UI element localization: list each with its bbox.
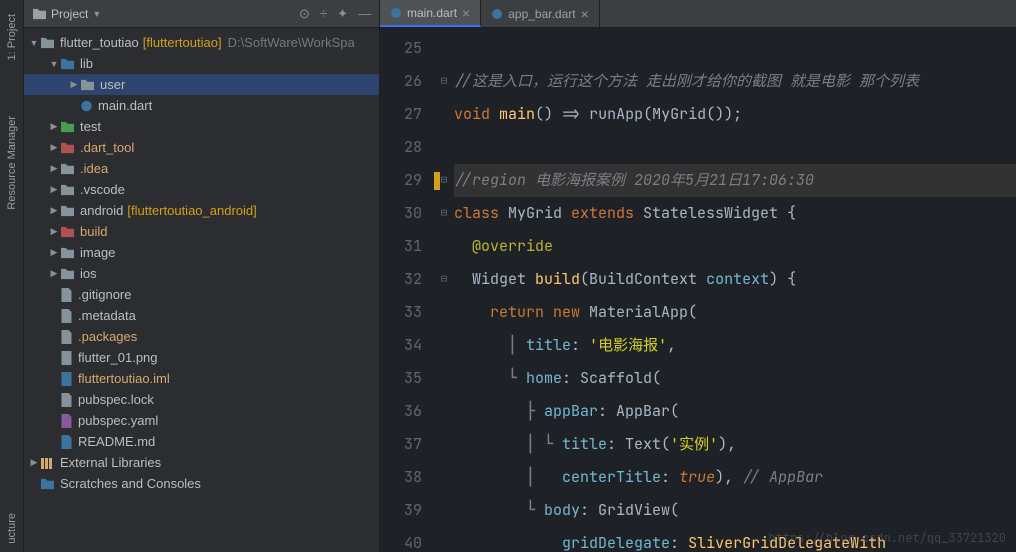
project-tree: ▼ flutter_toutiao [fluttertoutiao] D:\So… <box>24 28 379 494</box>
gear-icon[interactable]: ✦ <box>337 6 348 22</box>
tree-external-libraries[interactable]: ▶ External Libraries <box>24 452 379 473</box>
folder-icon <box>60 141 75 154</box>
side-tab-resource-manager[interactable]: Resource Manager <box>4 108 20 218</box>
tree-readme[interactable]: README.md <box>24 431 379 452</box>
md-icon <box>60 435 73 449</box>
tree-test[interactable]: ▶ test <box>24 116 379 137</box>
editor-area: main.dart × app_bar.dart × 25 26 27 28 2… <box>380 0 1016 552</box>
panel-header: Project ▼ ⊙ ÷ ✦ — <box>24 0 379 28</box>
tree-iml[interactable]: fluttertoutiao.iml <box>24 368 379 389</box>
side-tab-structure[interactable]: ucture <box>4 505 20 552</box>
file-icon <box>60 372 73 386</box>
tree-gitignore[interactable]: .gitignore <box>24 284 379 305</box>
folder-icon <box>60 204 75 217</box>
close-icon[interactable]: × <box>462 5 470 21</box>
project-panel: Project ▼ ⊙ ÷ ✦ — ▼ flutter_toutiao [flu… <box>24 0 380 552</box>
minimize-icon[interactable]: — <box>358 6 371 22</box>
folder-icon <box>60 120 75 133</box>
chevron-down-icon: ▼ <box>92 9 101 19</box>
close-icon[interactable]: × <box>581 6 589 22</box>
folder-icon <box>60 246 75 259</box>
scratch-icon <box>40 477 55 490</box>
folder-icon <box>40 36 55 49</box>
tree-packages[interactable]: .packages <box>24 326 379 347</box>
tree-metadata[interactable]: .metadata <box>24 305 379 326</box>
yaml-icon <box>60 414 73 428</box>
library-icon <box>40 456 55 470</box>
folder-icon <box>60 57 75 70</box>
dart-file-icon <box>80 99 93 113</box>
caret-marker <box>434 172 440 190</box>
panel-title[interactable]: Project ▼ <box>32 7 293 21</box>
file-icon <box>60 288 73 302</box>
tree-flutter01[interactable]: flutter_01.png <box>24 347 379 368</box>
tree-idea[interactable]: ▶ .idea <box>24 158 379 179</box>
tree-pubspeclock[interactable]: pubspec.lock <box>24 389 379 410</box>
tree-build[interactable]: ▶ build <box>24 221 379 242</box>
project-icon <box>32 7 47 20</box>
file-icon <box>60 393 73 407</box>
code-editor[interactable]: 25 26 27 28 29 30 31 32 33 34 35 36 37 3… <box>380 28 1016 552</box>
tab-main-dart[interactable]: main.dart × <box>380 0 481 27</box>
tree-image[interactable]: ▶ image <box>24 242 379 263</box>
tree-darttool[interactable]: ▶ .dart_tool <box>24 137 379 158</box>
locate-icon[interactable]: ⊙ <box>299 6 310 22</box>
watermark: https://blog.csdn.net/qq_33721320 <box>768 530 1006 546</box>
fold-column: ⊟⊟⊟⊟ <box>434 28 454 552</box>
folder-icon <box>60 183 75 196</box>
tab-app-bar-dart[interactable]: app_bar.dart × <box>481 0 600 27</box>
folder-icon <box>80 78 95 91</box>
tree-ios[interactable]: ▶ ios <box>24 263 379 284</box>
tree-user[interactable]: ▶ user <box>24 74 379 95</box>
file-icon <box>60 309 73 323</box>
tree-lib[interactable]: ▼ lib <box>24 53 379 74</box>
gutter: 25 26 27 28 29 30 31 32 33 34 35 36 37 3… <box>380 28 434 552</box>
code-content[interactable]: //这是入口，运行这个方法 走出刚才给你的截图 就是电影 那个列表 void m… <box>454 28 1016 552</box>
file-icon <box>60 330 73 344</box>
dart-file-icon <box>390 7 402 19</box>
dart-file-icon <box>491 8 503 20</box>
tree-pubspecyaml[interactable]: pubspec.yaml <box>24 410 379 431</box>
folder-icon <box>60 225 75 238</box>
expand-icon[interactable]: ÷ <box>320 6 327 22</box>
tree-android[interactable]: ▶ android [fluttertoutiao_android] <box>24 200 379 221</box>
side-tab-project[interactable]: 1: Project <box>4 6 20 68</box>
tree-root[interactable]: ▼ flutter_toutiao [fluttertoutiao] D:\So… <box>24 32 379 53</box>
tree-main-dart[interactable]: main.dart <box>24 95 379 116</box>
folder-icon <box>60 267 75 280</box>
tree-vscode[interactable]: ▶ .vscode <box>24 179 379 200</box>
tree-scratches[interactable]: Scratches and Consoles <box>24 473 379 494</box>
editor-tabs: main.dart × app_bar.dart × <box>380 0 1016 28</box>
folder-icon <box>60 162 75 175</box>
image-icon <box>60 351 73 365</box>
